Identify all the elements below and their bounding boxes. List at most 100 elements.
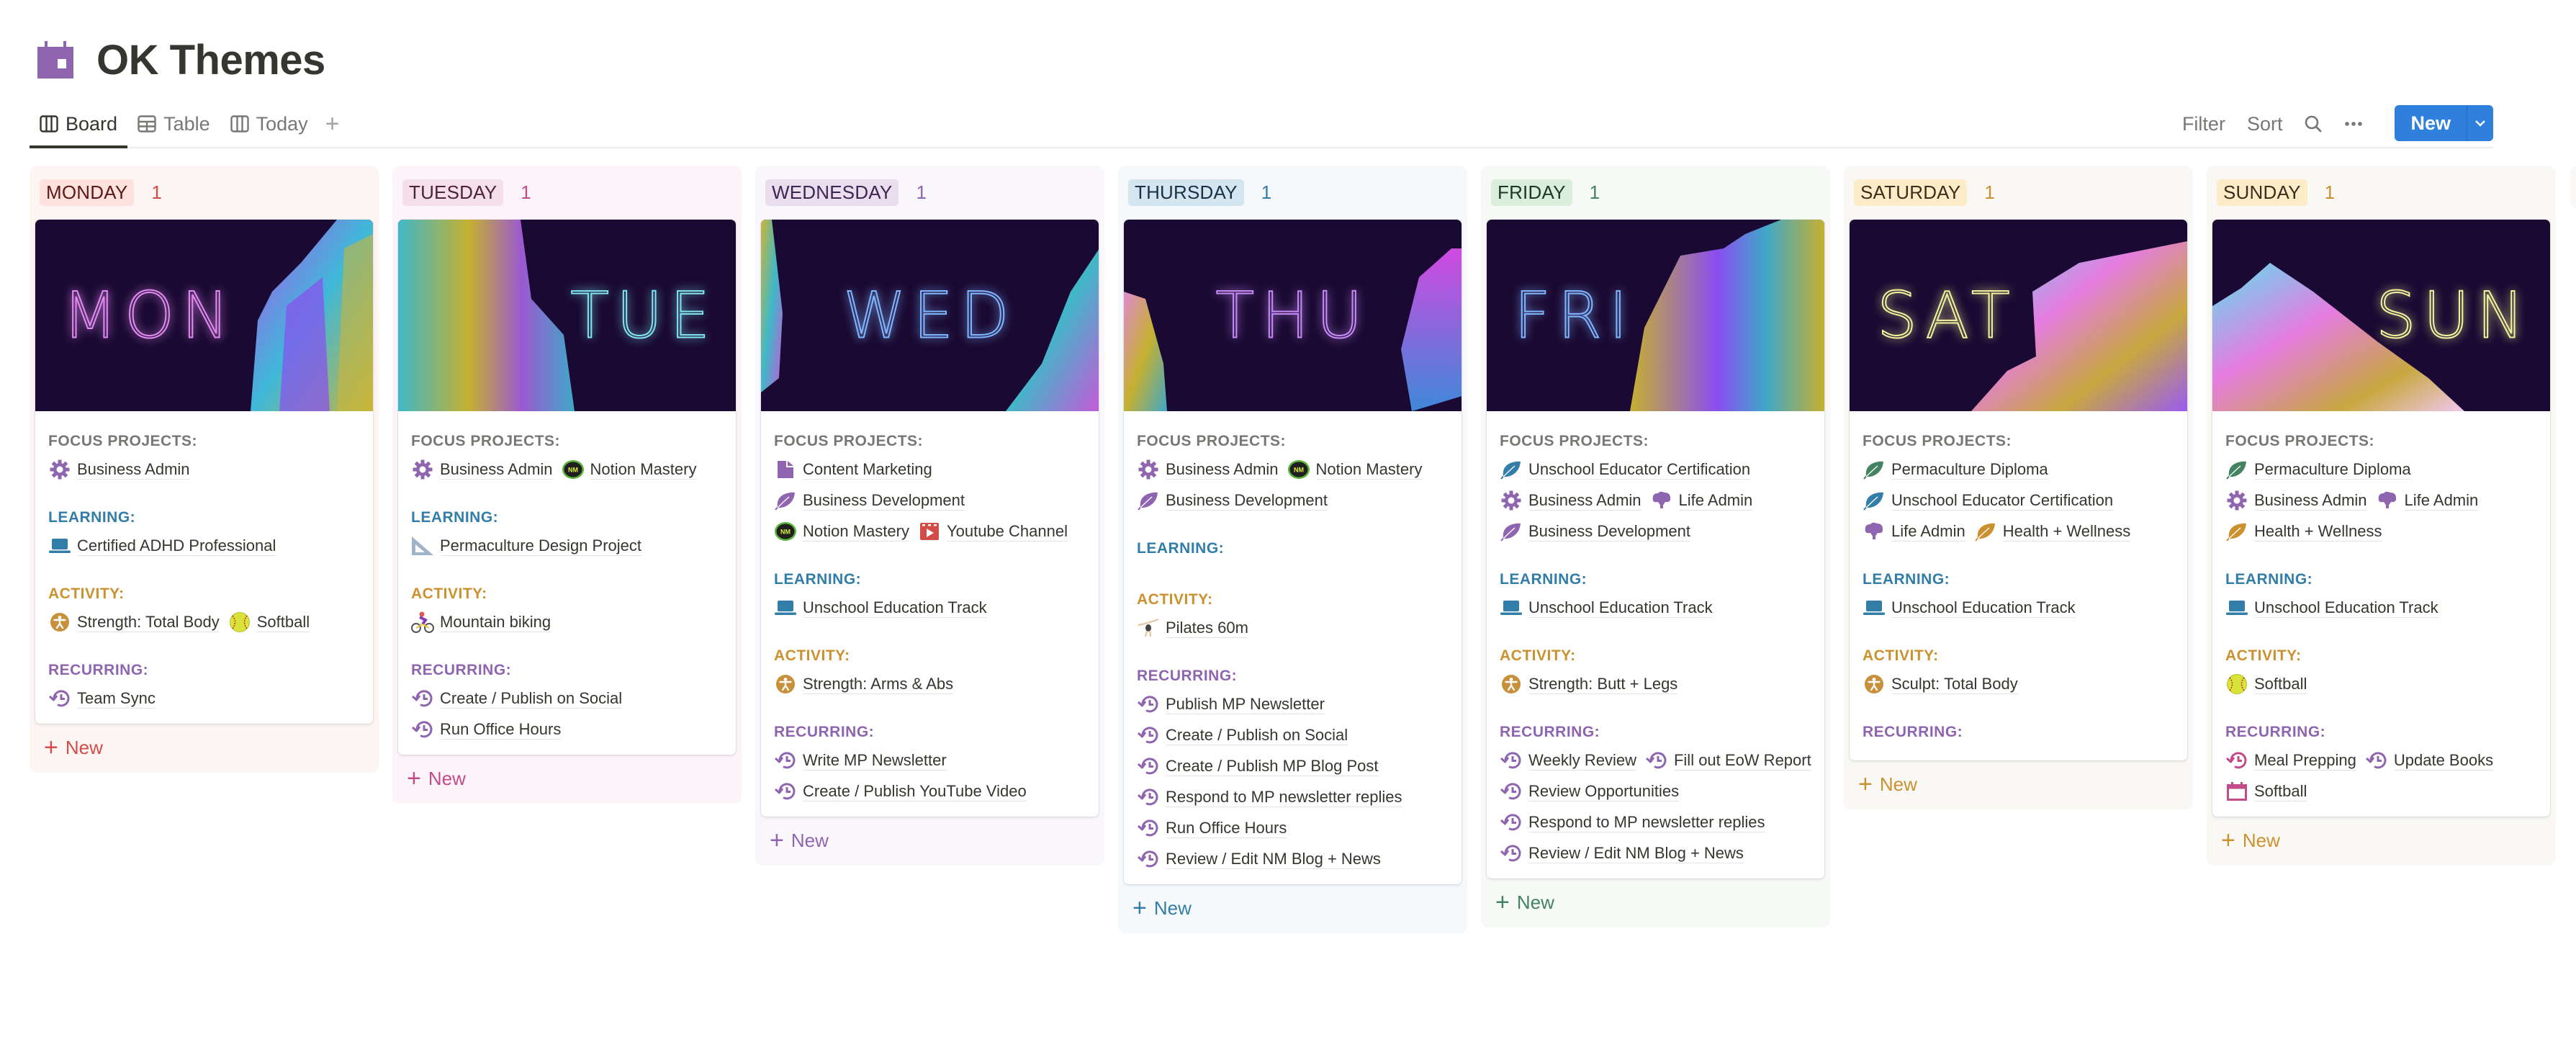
relation-item[interactable]: Weekly Review [1500, 747, 1636, 773]
relation-item[interactable]: Unschool Educator Certification [1863, 488, 2114, 513]
sort-button[interactable]: Sort [2247, 113, 2283, 135]
history-icon [1500, 780, 1523, 803]
relation-item[interactable]: Create / Publish YouTube Video [774, 778, 1027, 804]
page-title[interactable]: OK Themes [96, 36, 325, 84]
tab-board[interactable]: Board [30, 107, 128, 148]
add-card-button[interactable]: + New [2212, 822, 2550, 858]
add-card-button[interactable]: + New [1124, 890, 1462, 926]
relation-item[interactable]: Softball [2225, 778, 2307, 804]
section-label: LEARNING: [2225, 571, 2313, 588]
history-icon [48, 687, 71, 710]
relation-item[interactable]: Permaculture Diploma [1863, 457, 2048, 482]
add-card-button[interactable]: + New [398, 760, 736, 796]
column-header[interactable]: THURSDAY 1 [1124, 171, 1462, 213]
relation-item[interactable]: Softball [2225, 671, 2307, 696]
relation-item[interactable]: Business Admin [1500, 488, 1641, 513]
tab-table[interactable]: Table [127, 107, 220, 141]
relation-item[interactable]: Strength: Butt + Legs [1500, 671, 1678, 696]
section-label: FOCUS PROJECTS: [1137, 433, 1287, 449]
relation-item[interactable]: Permaculture Design Project [411, 533, 642, 558]
relation-label: Youtube Channel [946, 521, 1068, 542]
new-dropdown-button[interactable] [2467, 105, 2493, 141]
relation-item[interactable]: Respond to MP newsletter replies [1500, 809, 1765, 835]
relation-item[interactable]: Write MP Newsletter [774, 747, 947, 773]
relation-item[interactable]: Run Office Hours [1137, 815, 1287, 840]
section-label: LEARNING: [411, 509, 499, 526]
add-card-button[interactable]: + New [1487, 884, 1824, 920]
add-card-button[interactable]: + New [761, 822, 1099, 858]
search-button[interactable] [2304, 114, 2323, 133]
column-wednesday: WEDNESDAY 1 WED FOCUS PROJECTS: Content Mark… [755, 166, 1104, 866]
add-card-button[interactable]: + New [1850, 766, 2187, 802]
relation-item[interactable]: Business Admin [1137, 457, 1279, 482]
relation-item[interactable]: Create / Publish on Social [1137, 722, 1348, 747]
relation-item[interactable]: NM Notion Mastery [1287, 457, 1423, 482]
day-card[interactable]: THU FOCUS PROJECTS: Business Admin NM Notion… [1124, 220, 1462, 884]
relation-item[interactable]: Review / Edit NM Blog + News [1137, 846, 1381, 871]
relation-item[interactable]: Pilates 60m [1137, 615, 1248, 640]
relation-item[interactable]: Publish MP Newsletter [1137, 691, 1325, 717]
relation-item[interactable]: Business Development [774, 488, 965, 513]
leaf-icon [774, 489, 797, 512]
relation-item[interactable]: Unschool Educator Certification [1500, 457, 1751, 482]
relation-item[interactable]: Youtube Channel [918, 518, 1068, 544]
relation-item[interactable]: Certified ADHD Professional [48, 533, 276, 558]
column-header[interactable]: SUNDAY 1 [2212, 171, 2550, 213]
add-view-button[interactable]: + [318, 107, 347, 141]
day-card[interactable]: WED FOCUS PROJECTS: Content Marketing Busin… [761, 220, 1099, 817]
relation-item[interactable]: Team Sync [48, 686, 156, 711]
relation-item[interactable]: Life Admin [2376, 488, 2479, 513]
relation-item[interactable]: Business Development [1137, 488, 1328, 513]
relation-item[interactable]: Content Marketing [774, 457, 932, 482]
relation-item[interactable]: Health + Wellness [2225, 518, 2382, 544]
relation-item[interactable]: Fill out EoW Report [1645, 747, 1811, 773]
relation-list: Unschool Education Track [1500, 595, 1811, 620]
relation-item[interactable]: Softball [228, 609, 310, 634]
relation-item[interactable]: Create / Publish on Social [411, 686, 623, 711]
tab-today[interactable]: Today [220, 107, 318, 141]
relation-item[interactable]: Strength: Total Body [48, 609, 220, 634]
column-header[interactable]: TUESDAY 1 [398, 171, 736, 213]
new-button[interactable]: New [2395, 105, 2467, 141]
relation-item[interactable]: Respond to MP newsletter replies [1137, 784, 1402, 809]
section-label: ACTIVITY: [1137, 591, 1213, 608]
day-card[interactable]: SAT FOCUS PROJECTS: Permaculture Diploma Un… [1850, 220, 2187, 760]
relation-list: Create / Publish on Social Run Office Hou… [411, 686, 723, 742]
relation-item[interactable]: Review Opportunities [1500, 778, 1680, 804]
day-card[interactable]: TUE FOCUS PROJECTS: Business Admin NM Notion… [398, 220, 736, 755]
relation-item[interactable]: Business Admin [48, 457, 190, 482]
relation-item[interactable]: Permaculture Diploma [2225, 457, 2411, 482]
column-header[interactable]: MONDAY 1 [35, 171, 373, 213]
relation-item[interactable]: Review / Edit NM Blog + News [1500, 840, 1744, 866]
relation-item[interactable]: NM Notion Mastery [774, 518, 909, 544]
relation-item[interactable]: Unschool Education Track [1500, 595, 1713, 620]
relation-item[interactable]: Business Admin [2225, 488, 2367, 513]
relation-item[interactable]: Mountain biking [411, 609, 551, 634]
relation-item[interactable]: Life Admin [1863, 518, 1965, 544]
calendar-icon[interactable] [37, 41, 73, 78]
relation-item[interactable]: Sculpt: Total Body [1863, 671, 2018, 696]
day-card[interactable]: FRI FOCUS PROJECTS: Unschool Educator Cert… [1487, 220, 1824, 879]
relation-item[interactable]: Business Admin [411, 457, 553, 482]
relation-item[interactable]: Create / Publish MP Blog Post [1137, 753, 1379, 778]
relation-item[interactable]: NM Notion Mastery [562, 457, 697, 482]
relation-item[interactable]: Strength: Arms & Abs [774, 671, 954, 696]
add-card-button[interactable]: + New [35, 729, 373, 765]
relation-item[interactable]: Life Admin [1650, 488, 1753, 513]
relation-item[interactable]: Update Books [2365, 747, 2494, 773]
column-header[interactable]: FRIDAY 1 [1487, 171, 1824, 213]
filter-button[interactable]: Filter [2182, 113, 2225, 135]
relation-item[interactable]: Meal Prepping [2225, 747, 2356, 773]
relation-item[interactable]: Run Office Hours [411, 717, 562, 742]
column-header[interactable]: WEDNESDAY 1 [761, 171, 1099, 213]
relation-item[interactable]: Unschool Education Track [774, 595, 987, 620]
relation-item[interactable]: Business Development [1500, 518, 1691, 544]
day-label: TUESDAY [402, 179, 504, 206]
more-button[interactable] [2344, 121, 2363, 127]
day-card[interactable]: MON FOCUS PROJECTS: Business Admin LEARNING… [35, 220, 373, 724]
column-header[interactable]: SATURDAY 1 [1850, 171, 2187, 213]
relation-item[interactable]: Unschool Education Track [1863, 595, 2076, 620]
relation-item[interactable]: Unschool Education Track [2225, 595, 2438, 620]
relation-item[interactable]: Health + Wellness [1974, 518, 2131, 544]
day-card[interactable]: SUN FOCUS PROJECTS: Permaculture Diploma Bu… [2212, 220, 2550, 817]
